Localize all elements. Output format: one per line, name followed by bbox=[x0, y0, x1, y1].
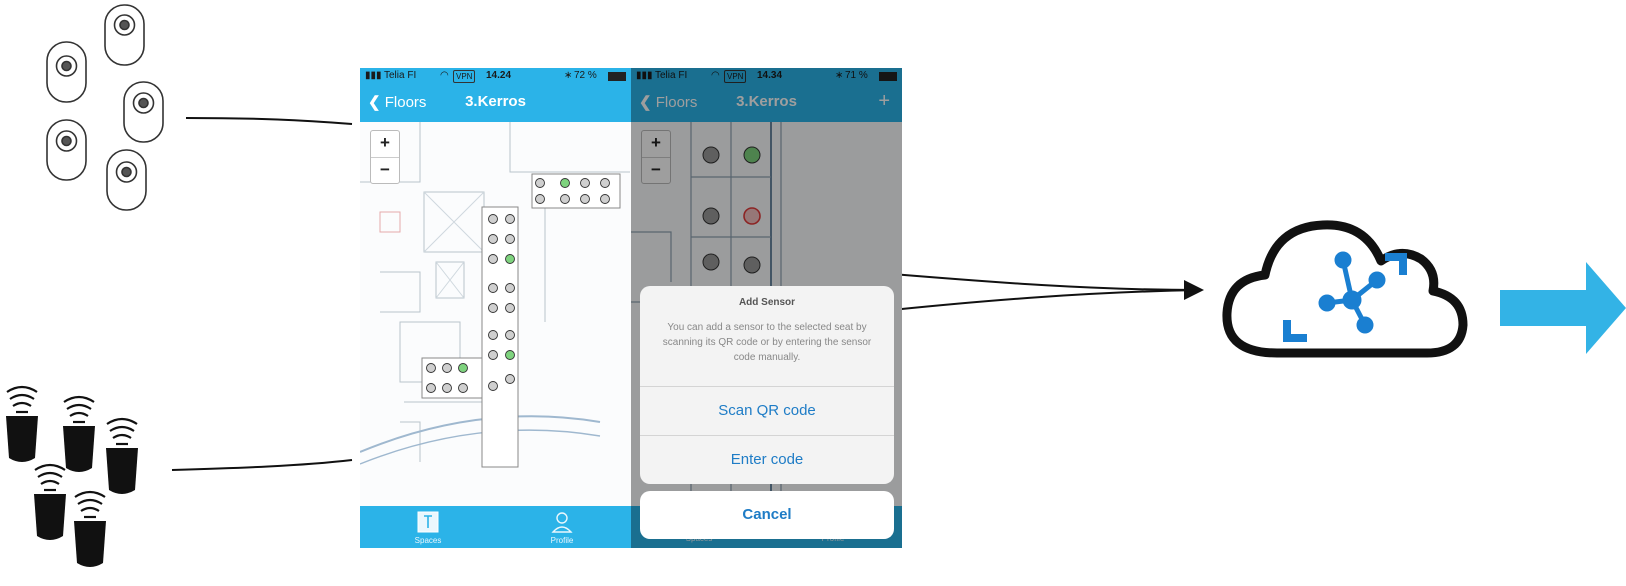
phone-screenshot-floors: ▮▮▮ Telia FI ◠ VPN 14.24 ∗ 72 % ❮ Floors… bbox=[360, 68, 631, 548]
nav-bar: ❮ Floors 3.Kerros bbox=[360, 84, 631, 122]
carrier-label: Telia FI bbox=[384, 70, 417, 81]
tab-bar: Spaces Profile bbox=[360, 506, 631, 548]
tab-profile-label: Profile bbox=[550, 536, 574, 545]
right-arrow-icon bbox=[1500, 262, 1626, 354]
phone-screenshot-add-sensor: ▮▮▮ Telia FI ◠ VPN 14.34 ∗ 71 % ❮ Floors… bbox=[631, 68, 902, 548]
vpn-badge: VPN bbox=[453, 70, 476, 83]
zoom-in-button[interactable]: + bbox=[371, 131, 399, 158]
floorplan-icon bbox=[417, 511, 439, 533]
app-to-cloud-link-top bbox=[891, 273, 1204, 300]
wearable-link bbox=[171, 459, 353, 471]
tab-spaces[interactable]: Spaces bbox=[388, 510, 468, 545]
person-icon bbox=[551, 512, 573, 533]
zoom-out-button[interactable]: − bbox=[371, 158, 399, 184]
sheet-message: You can add a sensor to the selected sea… bbox=[662, 322, 872, 363]
app-to-cloud-link-bottom bbox=[891, 289, 1201, 311]
enter-code-button[interactable]: Enter code bbox=[640, 435, 894, 484]
floor-plan-map[interactable] bbox=[360, 122, 631, 506]
battery-percent: 72 % bbox=[574, 70, 597, 81]
cloud-iot-hub-icon bbox=[1222, 220, 1468, 358]
signal-icon: ▮▮▮ bbox=[365, 70, 382, 81]
wall-sensor-link bbox=[185, 117, 353, 125]
cancel-button[interactable]: Cancel bbox=[640, 491, 894, 539]
battery-icon bbox=[608, 72, 626, 81]
page-title: 3.Kerros bbox=[465, 93, 526, 110]
wifi-icon: ◠ bbox=[440, 70, 449, 81]
sheet-title: Add Sensor bbox=[738, 297, 796, 308]
add-sensor-action-sheet: Add Sensor You can add a sensor to the s… bbox=[640, 286, 894, 484]
scan-qr-button[interactable]: Scan QR code bbox=[640, 386, 894, 435]
tab-profile[interactable]: Profile bbox=[522, 510, 602, 545]
status-bar: ▮▮▮ Telia FI ◠ VPN 14.24 ∗ 72 % bbox=[360, 68, 631, 84]
bluetooth-icon: ∗ bbox=[564, 70, 573, 81]
zoom-control: + − bbox=[370, 130, 400, 184]
tab-spaces-label: Spaces bbox=[414, 536, 442, 545]
status-time: 14.24 bbox=[486, 70, 512, 81]
